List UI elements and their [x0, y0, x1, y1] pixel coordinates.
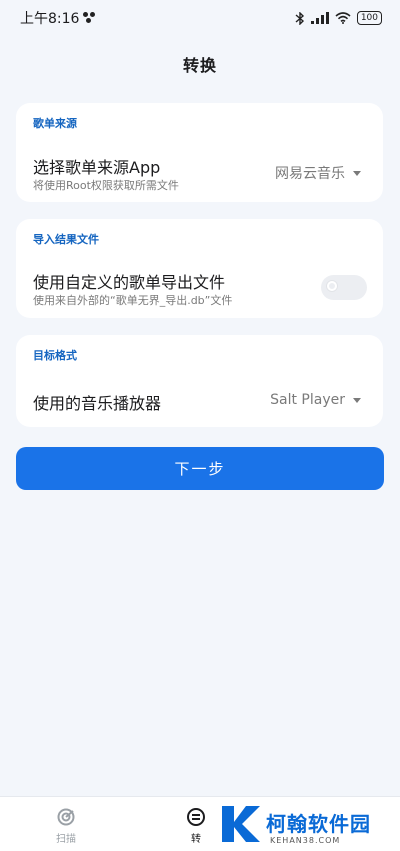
chevron-down-icon: [353, 170, 361, 176]
status-right: 100: [295, 11, 382, 25]
source-app-value: 网易云音乐: [275, 166, 345, 182]
music-player-title: 使用的音乐播放器: [33, 394, 162, 413]
music-player-dropdown[interactable]: Salt Player: [270, 392, 361, 408]
watermark-subtitle: KEHAN38.COM: [270, 836, 341, 845]
source-card: 歌单来源 选择歌单来源App 将使用Root权限获取所需文件 网易云音乐: [16, 103, 383, 202]
target-card-header: 目标格式: [33, 349, 77, 362]
nav-label-scan: 扫描: [56, 834, 76, 845]
source-app-subtitle: 将使用Root权限获取所需文件: [33, 179, 179, 192]
import-card: 导入结果文件 使用自定义的歌单导出文件 使用来自外部的“歌单无界_导出.db”文…: [16, 219, 383, 318]
scan-icon: [57, 808, 75, 826]
source-card-header: 歌单来源: [33, 117, 77, 130]
music-player-value: Salt Player: [270, 392, 345, 408]
custom-export-title: 使用自定义的歌单导出文件: [33, 273, 226, 292]
status-left: 上午8:16: [20, 8, 97, 28]
next-button[interactable]: 下一步: [16, 447, 384, 490]
page-title: 转换: [182, 56, 217, 75]
nav-label-convert: 转: [191, 834, 201, 845]
chevron-down-icon: [353, 397, 361, 403]
custom-export-subtitle: 使用来自外部的“歌单无界_导出.db”文件: [33, 294, 233, 307]
wifi-icon: [335, 12, 351, 24]
nav-item-convert[interactable]: 转: [166, 797, 226, 851]
toggle-knob: [327, 281, 337, 291]
target-card: 目标格式 使用的音乐播放器 Salt Player: [16, 335, 383, 427]
source-app-title: 选择歌单来源App: [33, 158, 161, 177]
import-card-header: 导入结果文件: [33, 233, 99, 246]
nav-item-scan[interactable]: 扫描: [36, 797, 96, 851]
status-bar: 上午8:16 100: [0, 0, 400, 36]
status-time: 上午8:16: [20, 11, 80, 27]
watermark-text: 柯翰软件园: [266, 812, 371, 836]
watermark-logo-icon: [222, 806, 260, 842]
battery-icon: 100: [356, 11, 382, 25]
watermark-title: 柯翰软件园: [266, 812, 371, 836]
custom-export-toggle[interactable]: [321, 275, 367, 300]
signal-icon: [310, 12, 329, 24]
convert-icon: [187, 808, 205, 826]
bluetooth-icon: [295, 11, 304, 25]
source-app-dropdown[interactable]: 网易云音乐: [275, 163, 361, 183]
notification-dots-icon: [83, 12, 97, 24]
